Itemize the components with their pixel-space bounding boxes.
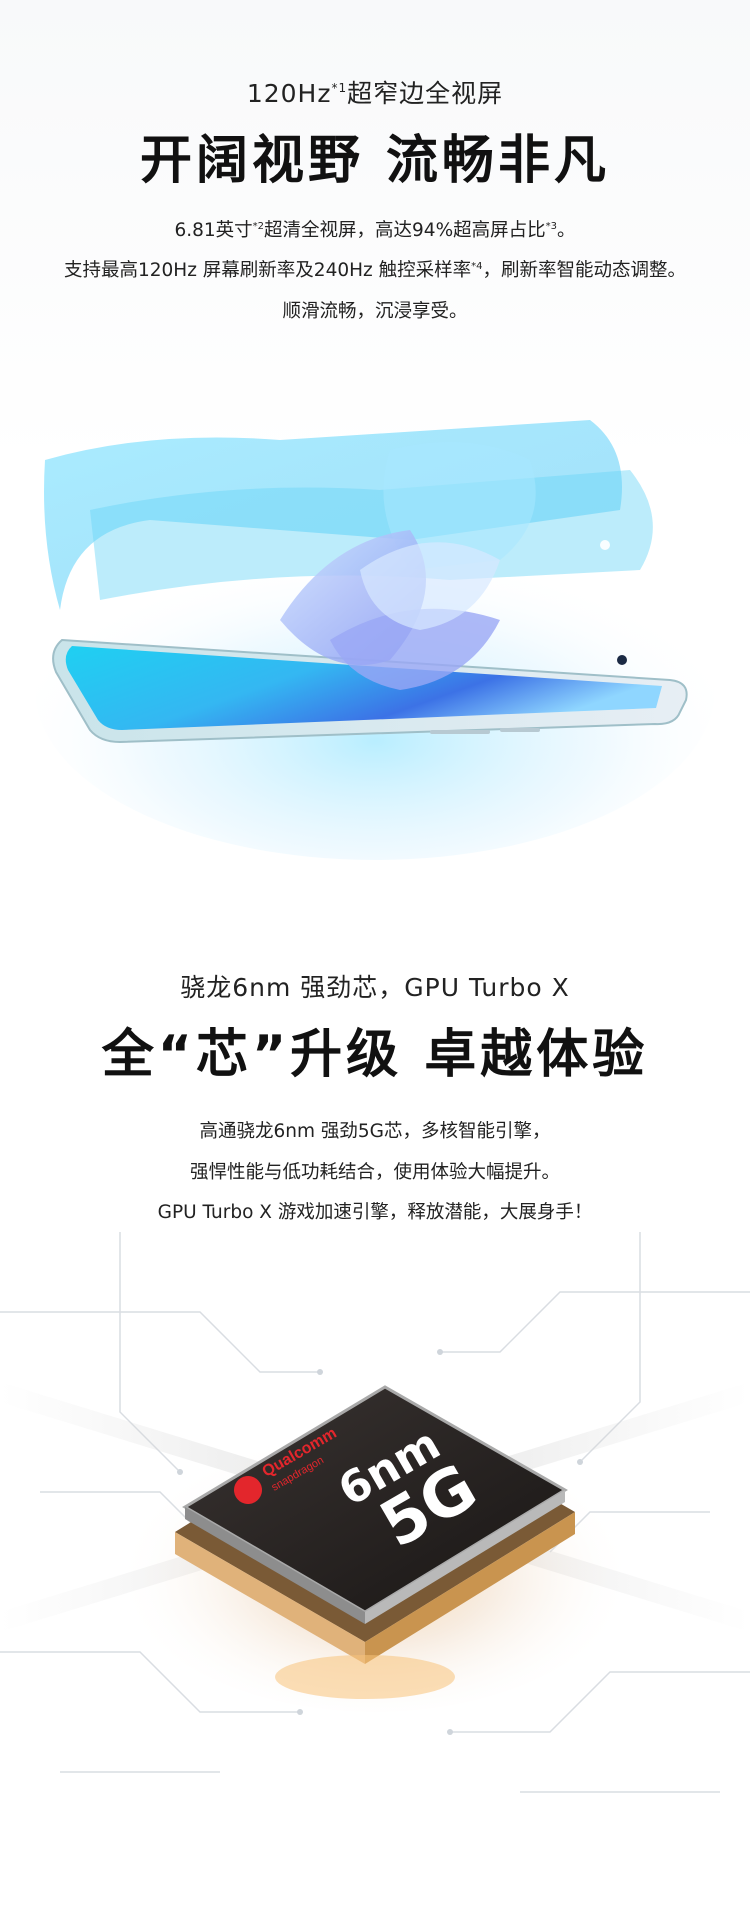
chip-desc-line-1: 高通骁龙6nm 强劲5G芯，多核智能引擎， — [199, 1121, 551, 1142]
display-kicker: 120Hz*1超窄边全视屏 — [0, 74, 750, 110]
chip-desc-line-3: GPU Turbo X 游戏加速引擎，释放潜能，大展身手！ — [157, 1202, 593, 1223]
product-page: 120Hz*1超窄边全视屏 开阔视野 流畅非凡 6.81英寸*2超清全视屏，高达… — [0, 0, 750, 1920]
page-bottom-space — [0, 1832, 750, 1920]
light-dot — [600, 540, 610, 550]
chip-desc-line-2: 强悍性能与低功耗结合，使用体验大幅提升。 — [189, 1162, 560, 1183]
footnote-mark: *4 — [471, 261, 483, 272]
display-headline: 开阔视野 流畅非凡 — [139, 131, 611, 191]
desc-text: ，刷新率智能动态调整。 — [482, 260, 687, 281]
display-kicker-text: 超窄边全视屏 — [347, 79, 504, 108]
chip-underglow — [275, 1655, 455, 1699]
desc-text: 支持最高120Hz 屏幕刷新率及240Hz 触控采样率 — [63, 260, 472, 281]
footnote-mark: *2 — [252, 221, 265, 232]
desc-text: 。 — [557, 220, 576, 241]
chip-headline: 全“芯”升级 卓越体验 — [101, 1025, 649, 1085]
display-desc-line-3: 顺滑流畅，沉浸享受。 — [282, 301, 468, 322]
side-button — [500, 728, 540, 732]
desc-text: 6.81英寸 — [174, 220, 253, 241]
footnote-mark: *1 — [331, 81, 348, 95]
display-kicker-hz: 120Hz — [246, 79, 332, 108]
phone-screen-illustration — [35, 420, 715, 860]
chip-illustration: Qualcomm snapdragon 6nm 5G — [0, 1232, 750, 1793]
display-desc-line-2: 支持最高120Hz 屏幕刷新率及240Hz 触控采样率*4，刷新率智能动态调整。 — [0, 256, 750, 282]
display-desc-line-1: 6.81英寸*2超清全视屏，高达94%超高屏占比*3。 — [0, 216, 750, 242]
desc-text: 超清全视屏，高达94%超高屏占比 — [264, 220, 546, 241]
front-camera — [617, 655, 627, 665]
chip-kicker: 骁龙6nm 强劲芯，GPU Turbo X — [180, 973, 570, 1002]
footnote-mark: *3 — [545, 221, 558, 232]
side-button — [430, 730, 490, 734]
